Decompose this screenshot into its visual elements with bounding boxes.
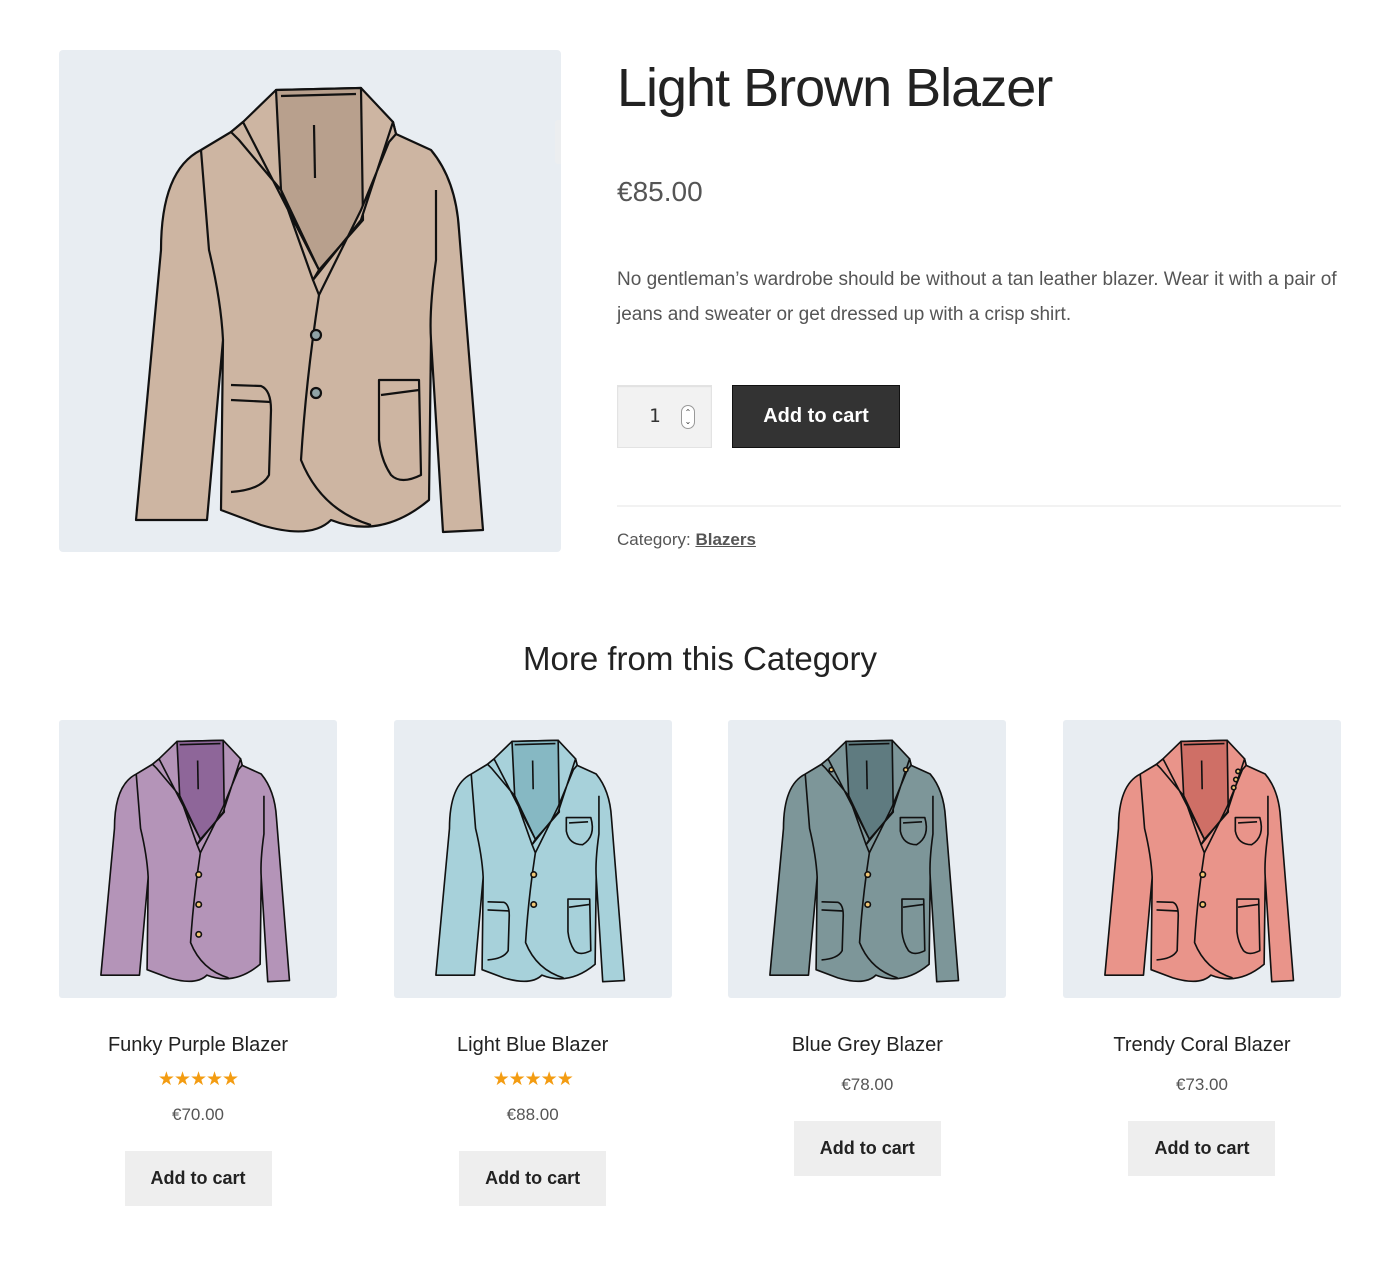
add-to-cart-button[interactable]: Add to cart — [124, 1151, 272, 1206]
add-to-cart-form: 1 ⌃ ⌄ Add to cart — [617, 385, 900, 448]
product-thumbnail[interactable] — [728, 720, 1007, 998]
product-name[interactable]: Trendy Coral Blazer — [1063, 1031, 1341, 1059]
product-card: Funky Purple Blazer ★★★★★ €70.00 Add to … — [59, 720, 337, 1206]
product-price: €73.00 — [1175, 1075, 1228, 1094]
add-to-cart-button[interactable]: Add to cart — [459, 1151, 607, 1206]
quantity-value[interactable]: 1 — [649, 405, 660, 427]
product-name[interactable]: Funky Purple Blazer — [59, 1031, 337, 1059]
product-price: €85.00 — [617, 176, 703, 207]
add-to-cart-button[interactable]: Add to cart — [1128, 1121, 1276, 1176]
product-name[interactable]: Blue Grey Blazer — [728, 1031, 1006, 1059]
product-card: Trendy Coral Blazer €73.00 Add to cart — [1062, 720, 1341, 1206]
product-meta: Category: Blazers — [617, 530, 756, 550]
product-description: No gentleman’s wardrobe should be withou… — [617, 269, 1337, 325]
chevron-down-icon[interactable]: ⌄ — [685, 417, 692, 426]
product-image-light-brown-blazer[interactable] — [131, 80, 491, 540]
blazer-illustration — [100, 739, 291, 983]
product-name[interactable]: Light Blue Blazer — [394, 1031, 672, 1059]
category-link[interactable]: Blazers — [695, 530, 755, 549]
product-card: Blue Grey Blazer €78.00 Add to cart — [728, 720, 1007, 1206]
product-thumbnail[interactable] — [393, 720, 672, 998]
product-summary: Light Brown Blazer €85.00 No gentleman’s… — [617, 50, 1341, 549]
product-title: Light Brown Blazer — [617, 58, 1053, 118]
product-price: €70.00 — [172, 1105, 224, 1124]
chevron-up-icon[interactable]: ⌃ — [685, 408, 692, 417]
star-rating: ★★★★★ — [157, 1069, 239, 1090]
blazer-illustration — [434, 739, 625, 983]
star-rating: ★★★★★ — [492, 1069, 574, 1090]
product-card: Light Blue Blazer ★★★★★ €88.00 Add to ca… — [393, 720, 672, 1206]
product-gallery[interactable] — [59, 50, 561, 552]
blazer-illustration — [769, 739, 960, 983]
quantity-input[interactable]: 1 ⌃ ⌄ — [617, 385, 712, 448]
related-products-title: More from this Category — [523, 640, 877, 677]
zoom-button[interactable] — [555, 120, 561, 164]
product-price: €78.00 — [841, 1075, 894, 1094]
quantity-stepper[interactable]: ⌃ ⌄ — [681, 404, 695, 429]
related-products-list: Funky Purple Blazer ★★★★★ €70.00 Add to … — [59, 720, 1341, 1206]
product-price: €88.00 — [506, 1105, 559, 1124]
blazer-illustration — [1104, 739, 1295, 983]
category-label: Category: — [617, 530, 691, 549]
add-to-cart-button[interactable]: Add to cart — [732, 385, 900, 448]
add-to-cart-button[interactable]: Add to cart — [793, 1121, 941, 1176]
product-thumbnail[interactable] — [59, 720, 337, 998]
divider — [617, 505, 1341, 507]
product-thumbnail[interactable] — [1062, 720, 1341, 998]
